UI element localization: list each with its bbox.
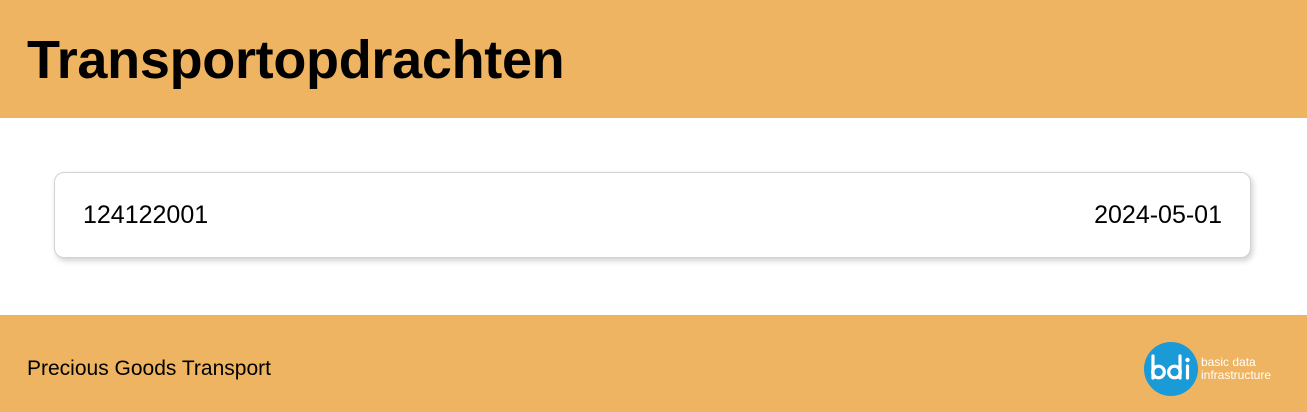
page-footer: Precious Goods Transport basic data infr… (0, 315, 1307, 412)
company-name: Precious Goods Transport (27, 357, 271, 380)
main-content: 124122001 2024-05-01 (0, 118, 1307, 315)
bdi-logo: basic data infrastructure (1144, 342, 1284, 398)
bdi-logo-text: basic data infrastructure (1201, 356, 1271, 382)
page-title: Transportopdrachten (27, 30, 565, 90)
bdi-logo-icon (1151, 354, 1190, 380)
transport-order-card[interactable]: 124122001 2024-05-01 (54, 172, 1251, 258)
order-date: 2024-05-01 (1094, 201, 1222, 229)
bdi-logo-line2: infrastructure (1201, 368, 1272, 382)
order-id: 124122001 (83, 201, 209, 229)
page-header: Transportopdrachten (0, 0, 1307, 118)
